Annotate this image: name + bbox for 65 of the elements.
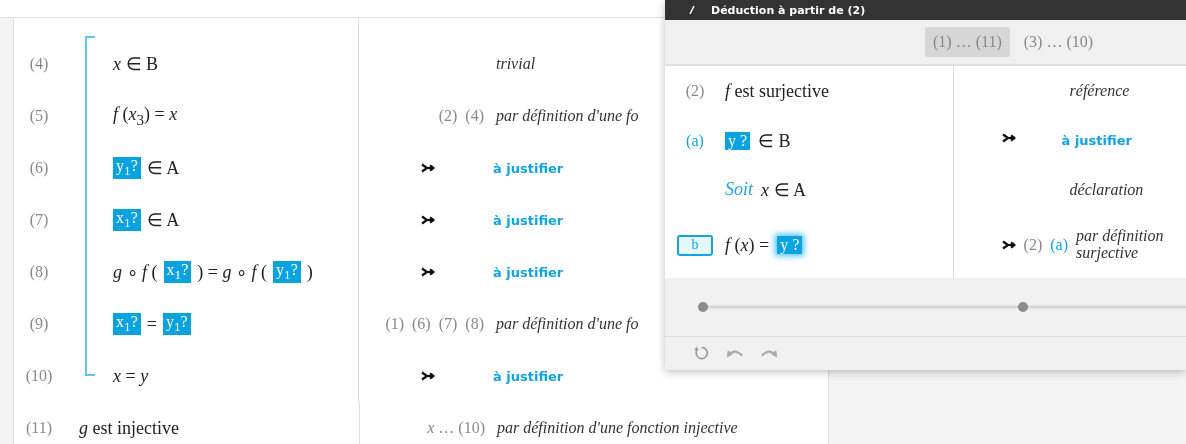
justification-link[interactable]: à justifier [493,212,564,228]
placeholder-field[interactable]: x$_{1}$? [113,312,141,336]
justification-text: par définition d'une fonction injective [497,419,738,437]
line-reference[interactable]: x … (10) [427,419,485,437]
line-number: (6) [28,159,50,177]
line-number: (9) [28,315,50,333]
placeholder-field[interactable]: x$_{1}$? [163,260,192,284]
slash-icon [687,5,697,15]
formula-text: x ∈ B [113,53,158,75]
range-tab[interactable]: (1) … (11) [925,27,1010,57]
line-reference[interactable]: (2) [1023,236,1043,254]
placeholder-field[interactable]: y ? [777,236,803,254]
justification-link[interactable]: à justifier [493,160,564,176]
line-number: (7) [28,211,50,229]
formula-text: ∈ A [146,157,180,179]
formula-text: x = y [113,365,149,387]
formula-text: g est injective [79,417,179,439]
formula-text: f (x) = [725,234,770,256]
line-number: (10) [24,367,54,385]
line-reference[interactable]: (1) [385,315,405,333]
justification-link[interactable]: à justifier [1061,133,1132,148]
formula-text: ∈ B [758,129,791,152]
line-number: (5) [28,107,50,125]
arrow-icon [1001,240,1016,250]
line-number: (8) [28,263,50,281]
justification-link[interactable]: à justifier [493,264,564,280]
arrow-icon [421,163,435,173]
line-reference[interactable]: (8) [465,315,484,333]
line-number: (4) [28,55,50,73]
line-reference[interactable]: (7) [438,315,458,333]
justification-text: par définition surjective [1076,228,1165,262]
goal-label: (a) [686,131,704,150]
arrow-icon [421,371,435,381]
justification-text: par définition d'une fo [496,315,639,333]
placeholder-field[interactable]: y$_{1}$? [272,260,301,284]
line-reference: (2) [685,82,705,100]
formula-text: = [146,313,157,335]
range-tab[interactable]: (3) … (10) [1015,27,1102,57]
line-number: (11) [24,419,54,437]
formula-text: ∈ A [146,209,180,231]
arrow-icon [1001,133,1016,143]
placeholder-field[interactable]: x$_{1}$? [113,208,141,232]
line-reference[interactable]: (4) [465,107,484,125]
dialog-title: Déduction à partir de (2) [711,3,866,17]
keyword: Soit [725,179,753,200]
justification-text: trivial [496,55,536,73]
formula-text: f (x$_{3}$) = x [113,103,178,129]
justification-text: déclaration [1069,180,1144,199]
placeholder-field[interactable]: y$_{1}$? [162,312,191,336]
justification-link[interactable]: à justifier [493,368,564,384]
placeholder-field[interactable]: y ? [725,131,751,150]
arrow-icon [421,215,435,225]
line-reference[interactable]: (6) [412,315,431,333]
line-reference[interactable]: (2) [438,107,458,125]
formula-text: x ∈ A [761,178,807,201]
line-reference[interactable]: (a) [1050,236,1068,254]
formula-text: f est surjective [725,80,829,102]
justification-text: référence [1069,82,1130,100]
goal-button[interactable]: b [677,234,713,256]
justification-text: par définition d'une fo [496,107,639,125]
formula-text: ) [306,261,313,283]
arrow-icon [421,267,435,277]
placeholder-field[interactable]: y$_{1}$? [113,156,141,180]
formula-text: g ∘ f ( [113,261,158,283]
formula-text: ) = g ∘ f ( [197,261,267,283]
